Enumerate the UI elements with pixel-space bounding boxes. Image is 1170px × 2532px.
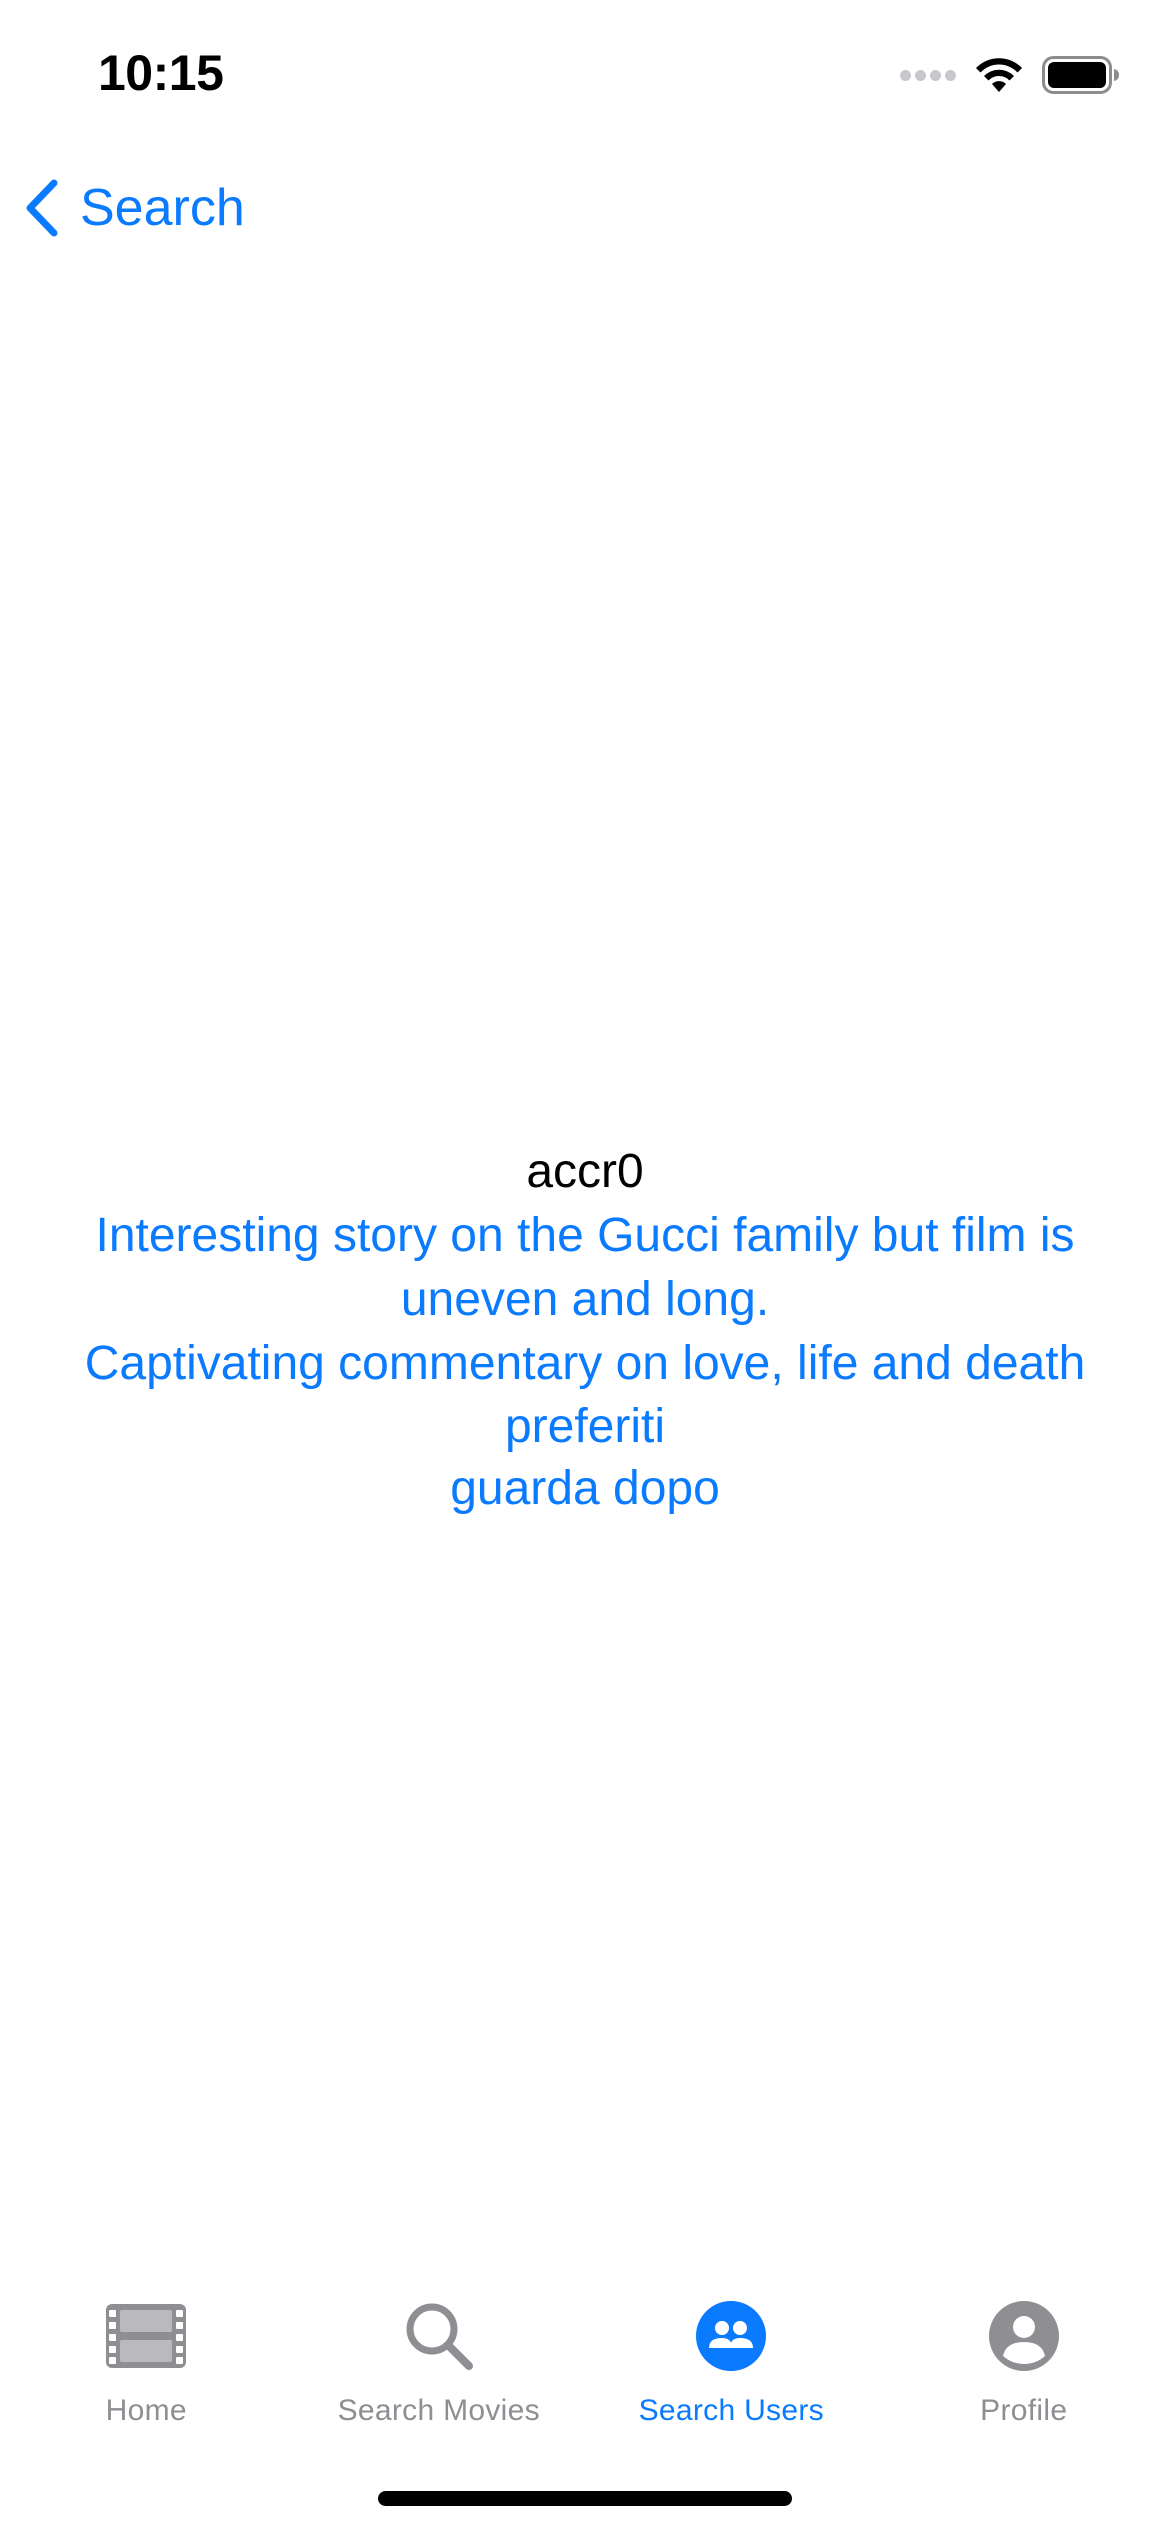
review-link[interactable]: Interesting story on the Gucci family bu… xyxy=(0,1204,1170,1332)
tab-search-users-label: Search Users xyxy=(638,2394,824,2427)
chevron-left-icon xyxy=(26,179,58,237)
back-button[interactable]: Search xyxy=(24,170,245,246)
tab-home[interactable]: Home xyxy=(0,2280,293,2450)
status-bar: 10:15 xyxy=(0,0,1170,150)
tab-profile[interactable]: Profile xyxy=(878,2280,1170,2450)
list-link-watch-later[interactable]: guarda dopo xyxy=(0,1458,1170,1520)
battery-icon xyxy=(1042,56,1119,94)
username: accr0 xyxy=(526,1145,644,1198)
tab-search-movies-label: Search Movies xyxy=(337,2394,540,2427)
tab-home-label: Home xyxy=(105,2394,187,2427)
list-link-favorites[interactable]: preferiti xyxy=(0,1396,1170,1458)
wifi-icon xyxy=(976,58,1022,92)
user-profile-content: accr0 Interesting story on the Gucci fam… xyxy=(0,1140,1170,1520)
tab-bar: Home Search Movies Search Users Profile xyxy=(0,2280,1170,2450)
person-icon xyxy=(982,2294,1066,2378)
status-time: 10:15 xyxy=(98,45,224,101)
film-icon xyxy=(104,2294,188,2378)
tab-search-movies[interactable]: Search Movies xyxy=(293,2280,586,2450)
tab-profile-label: Profile xyxy=(980,2394,1068,2427)
home-indicator[interactable] xyxy=(378,2491,792,2506)
users-icon xyxy=(689,2294,773,2378)
cellular-signal-icon xyxy=(900,69,956,81)
magnifier-icon xyxy=(397,2294,481,2378)
review-link[interactable]: Captivating commentary on love, life and… xyxy=(0,1332,1170,1396)
status-icons xyxy=(900,50,1120,100)
back-button-label: Search xyxy=(80,179,245,237)
screen: 10:15 Search accr0 Interesting story on … xyxy=(0,0,1170,2532)
tab-search-users[interactable]: Search Users xyxy=(585,2280,878,2450)
